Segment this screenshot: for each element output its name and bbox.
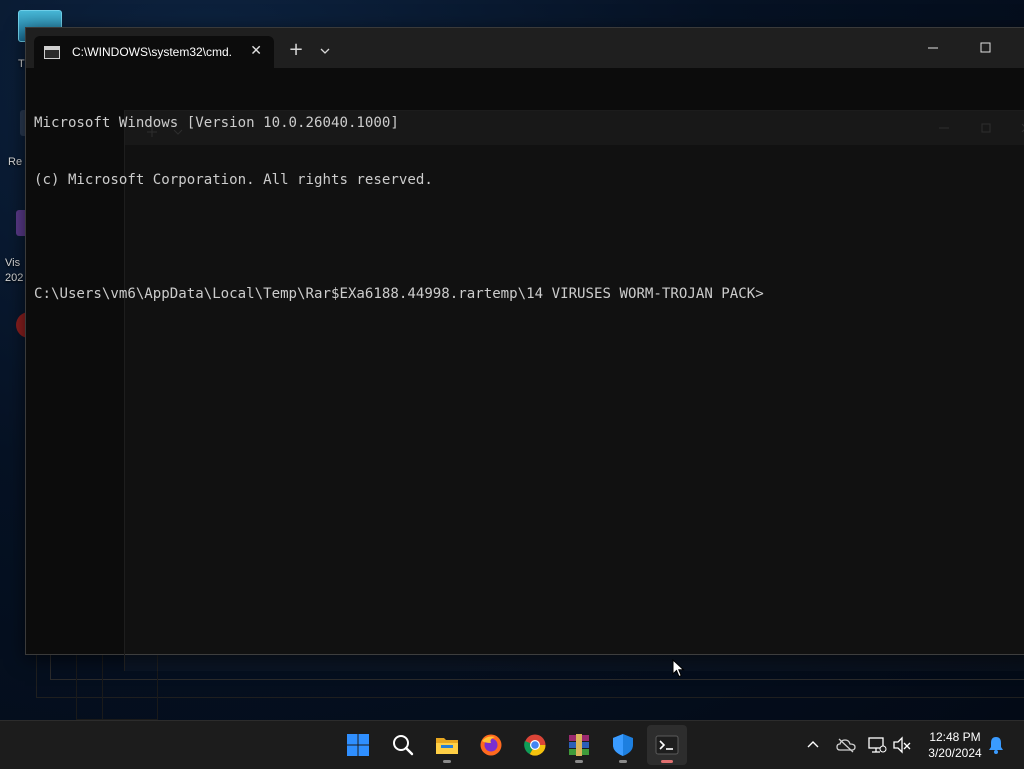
tab-dropdown-button[interactable] (314, 40, 336, 62)
tab-title: C:\WINDOWS\system32\cmd. (72, 45, 233, 59)
winrar-icon (569, 734, 589, 756)
taskbar-app-chrome[interactable] (515, 725, 555, 765)
desktop-icon-label: Re (8, 156, 23, 168)
console-output[interactable]: Microsoft Windows [Version 10.0.26040.10… (34, 76, 1024, 342)
network-icon (868, 737, 887, 753)
taskbar-app-terminal[interactable] (647, 725, 687, 765)
desktop: T Re Vis 202 C:\WINDOWS\system32\cmd. ✕ … (0, 0, 1024, 720)
taskbar-app-firefox[interactable] (471, 725, 511, 765)
terminal-window[interactable]: C:\WINDOWS\system32\cmd. ✕ + Microsoft W… (25, 27, 1024, 671)
taskbar-app-winrar[interactable] (559, 725, 599, 765)
search-button[interactable] (383, 725, 423, 765)
maximize-button[interactable] (964, 36, 1004, 60)
cmd-icon (44, 45, 60, 59)
taskbar-app-windows-security[interactable] (603, 725, 643, 765)
desktop-icon-label: T (18, 58, 25, 70)
onedrive-icon (836, 738, 856, 753)
notification-button[interactable] (987, 735, 1005, 759)
minimize-icon (928, 47, 938, 49)
taskbar: 12:48 PM 3/20/2024 (0, 720, 1024, 769)
notification-bell-icon (989, 737, 1003, 754)
desktop-icon-label: Vis 202 (5, 257, 24, 284)
windows-security-icon (613, 734, 633, 756)
network-tray-button[interactable] (867, 735, 887, 759)
minimize-button[interactable] (919, 36, 959, 60)
console-prompt: C:\Users\vm6\AppData\Local\Temp\Rar$EXa6… (34, 286, 764, 302)
running-indicator (619, 760, 627, 763)
maximize-icon (980, 42, 991, 53)
running-indicator (575, 760, 583, 763)
chrome-icon (524, 734, 546, 756)
active-indicator (661, 760, 673, 763)
search-icon (393, 735, 414, 756)
tab-close-button[interactable]: ✕ (250, 43, 262, 59)
volume-tray-button[interactable] (892, 735, 912, 759)
firefox-icon (480, 734, 502, 756)
tab-cmd[interactable]: C:\WINDOWS\system32\cmd. ✕ (34, 36, 274, 68)
file-explorer-icon (436, 738, 458, 754)
show-hidden-icons-button[interactable] (805, 735, 821, 759)
title-bar[interactable]: C:\WINDOWS\system32\cmd. ✕ + (26, 28, 1024, 68)
volume-muted-icon (893, 736, 911, 754)
chevron-down-icon (320, 48, 330, 54)
clock-date[interactable]: 3/20/2024 (918, 746, 992, 760)
mouse-cursor-icon (672, 659, 685, 678)
chevron-up-icon (807, 741, 819, 748)
new-tab-button[interactable]: + (284, 40, 308, 62)
running-indicator (443, 760, 451, 763)
start-button[interactable] (338, 725, 378, 765)
clock-time[interactable]: 12:48 PM (920, 730, 990, 744)
terminal-icon (655, 735, 679, 755)
taskbar-app-file-explorer[interactable] (427, 725, 467, 765)
console-line: (c) Microsoft Corporation. All rights re… (34, 172, 433, 188)
windows-logo-icon (347, 734, 369, 756)
onedrive-tray-button[interactable] (836, 735, 856, 759)
console-line: Microsoft Windows [Version 10.0.26040.10… (34, 115, 399, 131)
